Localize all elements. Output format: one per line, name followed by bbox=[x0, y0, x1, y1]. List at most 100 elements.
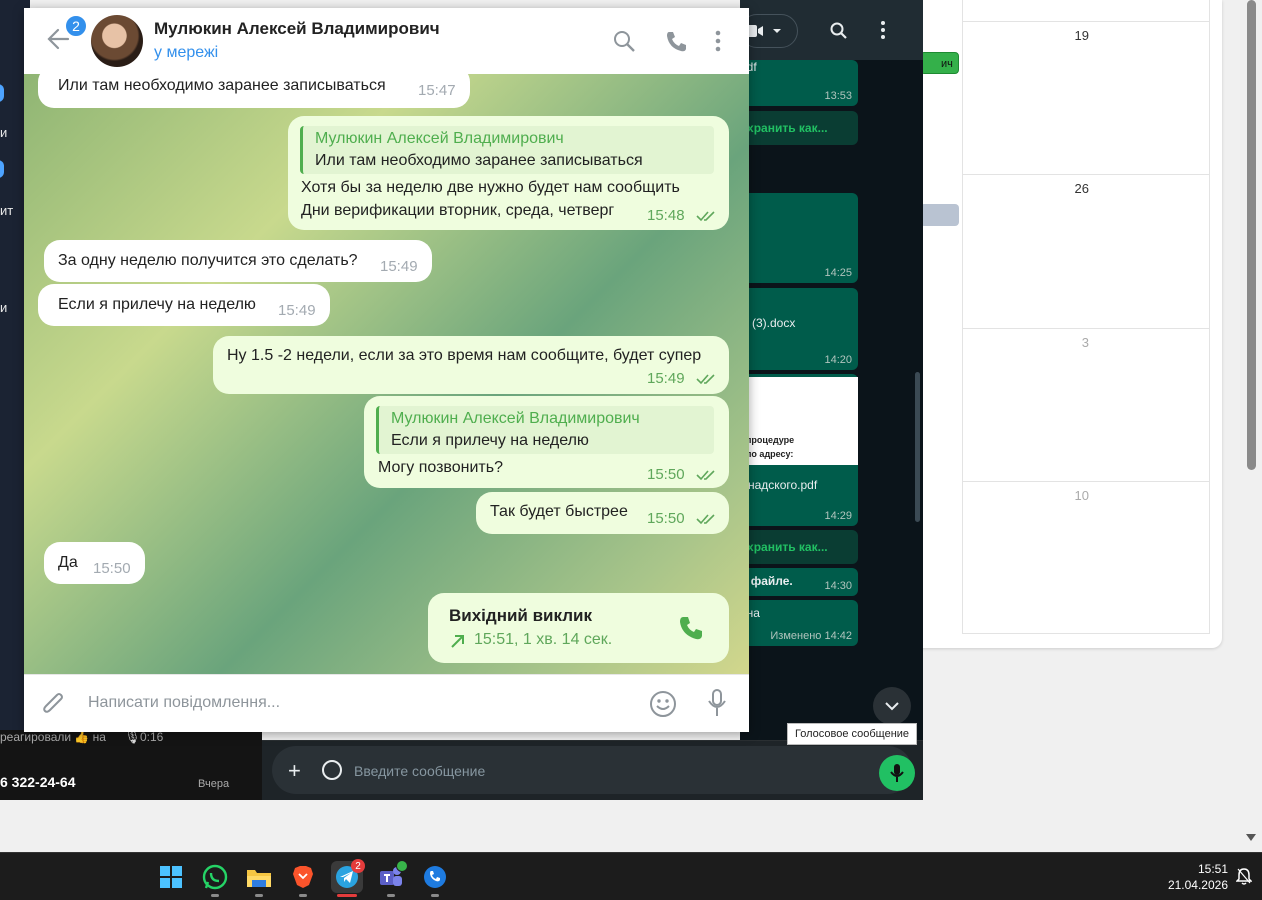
running-indicator bbox=[255, 894, 263, 897]
emoji-icon[interactable] bbox=[649, 690, 677, 718]
taskbar-brave[interactable] bbox=[287, 861, 319, 897]
outgoing-message[interactable]: Ну 1.5 -2 недели, если за это время нам … bbox=[213, 336, 729, 394]
calendar-row[interactable]: 26 bbox=[963, 175, 1209, 329]
voice-message-button[interactable] bbox=[879, 755, 915, 791]
unread-dot-icon bbox=[0, 160, 4, 178]
calendar-row[interactable]: 3 bbox=[963, 329, 1209, 482]
unread-count-badge: 2 bbox=[64, 14, 88, 38]
calendar-panel: 19 26 3 10 ич bbox=[900, 0, 1222, 648]
read-checkmarks-icon bbox=[696, 470, 715, 481]
start-button[interactable] bbox=[155, 861, 187, 893]
whatsapp-icon bbox=[202, 864, 228, 890]
system-clock[interactable]: 15:51 21.04.2026 bbox=[1168, 861, 1228, 893]
status-available-icon bbox=[396, 860, 408, 872]
outgoing-arrow-icon bbox=[451, 635, 464, 648]
chat-header: 2 Мулюкин Алексей Владимирович у мережі bbox=[24, 8, 749, 74]
save-as-link[interactable]: охранить как... bbox=[740, 111, 858, 145]
save-as-link[interactable]: охранить как... bbox=[740, 530, 858, 564]
whatsapp-message[interactable]: pdf 13:53 bbox=[740, 60, 858, 106]
contact-name[interactable]: Мулюкин Алексей Владимирович bbox=[154, 19, 440, 39]
running-indicator bbox=[211, 894, 219, 897]
calendar-row[interactable]: 19 bbox=[963, 22, 1209, 175]
calendar-day-column: 19 26 3 10 bbox=[962, 0, 1210, 634]
chat-phone-number[interactable]: 6 322-24-64 bbox=[0, 774, 76, 790]
whatsapp-header bbox=[740, 0, 923, 60]
voice-duration: 0:16 bbox=[140, 730, 164, 744]
active-indicator bbox=[337, 894, 357, 897]
chat-history[interactable]: Или там необходимо заранее записываться … bbox=[24, 74, 749, 674]
avatar[interactable] bbox=[91, 15, 143, 67]
incoming-message[interactable]: Да 15:50 bbox=[44, 542, 145, 584]
clock-date: 21.04.2026 bbox=[1167, 878, 1228, 892]
pdf-preview: процедуре по адресу: bbox=[740, 377, 858, 465]
incoming-message[interactable]: За одну неделю получится это сделать? 15… bbox=[44, 240, 432, 282]
reply-quote[interactable]: Мулюкин Алексей Владимирович Или там нео… bbox=[300, 126, 714, 174]
phone-app-icon bbox=[424, 866, 446, 888]
online-status: у мережі bbox=[154, 44, 219, 61]
sidebar-item-label[interactable]: и bbox=[0, 125, 7, 140]
sidebar-item-label[interactable]: ит bbox=[0, 203, 13, 218]
browser-scrollbar-thumb[interactable] bbox=[1247, 0, 1256, 470]
attach-plus-icon[interactable]: + bbox=[288, 758, 301, 784]
running-indicator bbox=[387, 894, 395, 897]
sticker-icon[interactable] bbox=[322, 760, 342, 780]
whatsapp-chat-panel: pdf 13:53 охранить как... 14:25 (3).docx… bbox=[740, 0, 923, 800]
notification-badge: 2 bbox=[351, 859, 365, 873]
calendar-day-number: 3 bbox=[1081, 335, 1089, 350]
message-input[interactable]: Написати повідомлення... bbox=[88, 694, 280, 712]
sidebar-item-label[interactable]: и bbox=[0, 300, 7, 315]
outgoing-message[interactable]: Мулюкин Алексей Владимирович Или там нео… bbox=[288, 116, 729, 230]
whatsapp-message[interactable]: в файле. 14:30 bbox=[740, 568, 858, 596]
calendar-day-number: 10 bbox=[1074, 488, 1089, 503]
phone-icon[interactable] bbox=[678, 615, 704, 641]
search-icon[interactable] bbox=[613, 30, 637, 54]
taskbar-telegram[interactable]: 2 bbox=[331, 859, 365, 897]
whatsapp-message[interactable]: ана Изменено 14:42 bbox=[740, 600, 858, 646]
more-vertical-icon[interactable] bbox=[714, 30, 722, 54]
calendar-event[interactable] bbox=[920, 204, 959, 226]
reply-quote[interactable]: Мулюкин Алексей Владимирович Если я прил… bbox=[376, 406, 714, 454]
brave-lion-icon bbox=[293, 866, 313, 888]
outgoing-call-message[interactable]: Вихідний виклик 15:51, 1 хв. 14 сек. bbox=[428, 593, 729, 663]
windows-logo-icon bbox=[160, 866, 182, 888]
unread-dot-icon bbox=[0, 84, 4, 102]
last-message-preview: реагировали 👍 на bbox=[0, 730, 106, 744]
mic-icon bbox=[890, 764, 904, 782]
taskbar-phone-app[interactable] bbox=[419, 861, 451, 897]
outgoing-message[interactable]: Мулюкин Алексей Владимирович Если я прил… bbox=[364, 396, 729, 488]
calendar-event[interactable]: ич bbox=[920, 52, 959, 74]
message-input[interactable]: + Введите сообщение bbox=[272, 746, 915, 794]
whatsapp-message[interactable]: 14:25 bbox=[740, 193, 858, 283]
folder-icon bbox=[247, 870, 271, 887]
running-indicator bbox=[299, 894, 307, 897]
telegram-window: 2 Мулюкин Алексей Владимирович у мережі … bbox=[24, 8, 749, 732]
phone-icon[interactable] bbox=[664, 30, 688, 54]
message-composer: Написати повідомлення... bbox=[24, 674, 749, 732]
message-placeholder: Введите сообщение bbox=[354, 763, 486, 779]
taskbar: 2 15:51 21.04.2026 bbox=[0, 852, 1262, 900]
paperclip-icon[interactable] bbox=[40, 691, 66, 719]
search-icon[interactable] bbox=[830, 22, 848, 40]
calendar-day-number: 19 bbox=[1074, 28, 1089, 43]
whatsapp-composer: + Введите сообщение bbox=[262, 740, 923, 800]
scroll-down-arrow-icon[interactable] bbox=[1246, 834, 1256, 841]
read-checkmarks-icon bbox=[696, 514, 715, 525]
mic-icon[interactable] bbox=[707, 688, 727, 718]
scroll-to-bottom-button[interactable] bbox=[873, 687, 911, 725]
whatsapp-file-message[interactable]: (3).docx 14:20 bbox=[740, 288, 858, 370]
incoming-message[interactable]: Если я прилечу на неделю 15:49 bbox=[38, 284, 330, 326]
video-camera-icon bbox=[745, 25, 781, 37]
menu-dots-icon[interactable] bbox=[880, 20, 886, 40]
whatsapp-scrollbar[interactable] bbox=[915, 372, 920, 522]
calendar-row[interactable]: 10 bbox=[963, 482, 1209, 634]
left-app-chat-list: реагировали 👍 на 🎙 0:16 6 322-24-64 Вчер… bbox=[0, 729, 262, 800]
running-indicator bbox=[431, 894, 439, 897]
whatsapp-pdf-message[interactable]: процедуре по адресу: надского.pdf 14:29 bbox=[740, 374, 858, 526]
taskbar-whatsapp[interactable] bbox=[199, 861, 231, 897]
notification-bell-icon[interactable] bbox=[1236, 867, 1252, 885]
calendar-row bbox=[963, 0, 1209, 22]
incoming-message[interactable]: Или там необходимо заранее записываться … bbox=[38, 74, 470, 108]
taskbar-file-explorer[interactable] bbox=[243, 861, 275, 897]
outgoing-message[interactable]: Так будет быстрее 15:50 bbox=[476, 492, 729, 534]
taskbar-teams[interactable] bbox=[375, 860, 408, 897]
